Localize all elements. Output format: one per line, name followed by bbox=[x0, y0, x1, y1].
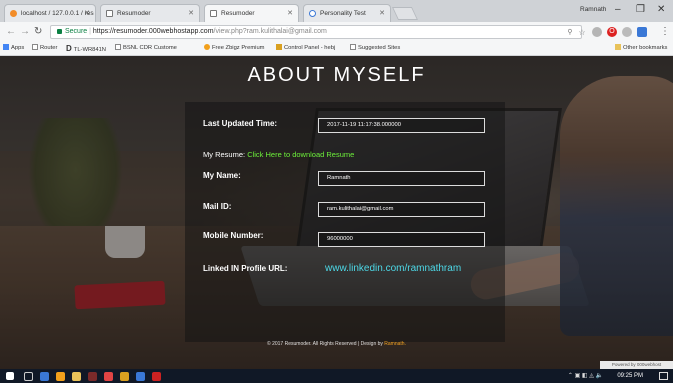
secure-label: Secure bbox=[65, 28, 88, 35]
last-updated-label: Last Updated Time: bbox=[203, 119, 278, 128]
bookmark-control-panel[interactable]: Control Panel - hebj bbox=[276, 44, 335, 53]
close-tab-icon[interactable]: ✕ bbox=[379, 5, 385, 22]
close-tab-icon[interactable]: ✕ bbox=[287, 5, 293, 22]
page-title: ABOUT MYSELF bbox=[247, 64, 426, 86]
linkedin-label: Linked IN Profile URL: bbox=[203, 264, 288, 273]
resume-prefix: My Resume: bbox=[203, 150, 246, 159]
extension-icon[interactable] bbox=[622, 27, 632, 37]
mobile-field[interactable]: 96000000 bbox=[318, 232, 485, 247]
page-icon bbox=[350, 44, 356, 50]
zbigz-icon bbox=[204, 44, 210, 50]
bookmark-label: BSNL CDR Custome bbox=[123, 45, 177, 51]
app-icon[interactable] bbox=[120, 372, 129, 381]
page-icon bbox=[115, 44, 121, 50]
tab-title: Resumoder bbox=[117, 10, 151, 17]
bookmark-suggested-sites[interactable]: Suggested Sites bbox=[350, 44, 400, 53]
bookmark-label: Control Panel - hebj bbox=[284, 45, 336, 51]
edge-icon[interactable] bbox=[40, 372, 49, 381]
mail-field[interactable]: ram.kulithalai@gmail.com bbox=[318, 202, 485, 217]
bookmark-label: TL-WR841N bbox=[73, 47, 106, 53]
tab-title: Resumoder bbox=[221, 10, 255, 17]
zoom-icon[interactable]: ⚲ bbox=[565, 28, 575, 38]
system-tray-icons[interactable]: ⌃ ▣ ◧ ◬ 🔈 bbox=[568, 372, 603, 379]
windows-start-icon[interactable] bbox=[6, 372, 14, 380]
name-field[interactable]: Ramnath bbox=[318, 171, 485, 186]
toolbar: ← → ↻ Secure | https://resumoder.000webh… bbox=[0, 22, 673, 42]
download-resume-link[interactable]: Click Here to download Resume bbox=[247, 150, 354, 159]
tab-localhost[interactable]: localhost / 127.0.0.1 / res ✕ bbox=[4, 4, 96, 22]
menu-icon[interactable]: ⋮ bbox=[660, 26, 670, 37]
opera-icon[interactable]: O bbox=[607, 27, 617, 37]
resume-line: My Resume: Click Here to download Resume bbox=[203, 150, 354, 159]
mail-label: Mail ID: bbox=[203, 202, 232, 211]
linkedin-link[interactable]: www.linkedin.com/ramnathram bbox=[325, 263, 461, 274]
extension-icon[interactable] bbox=[637, 27, 647, 37]
close-tab-icon[interactable]: ✕ bbox=[84, 5, 90, 22]
file-explorer-icon[interactable] bbox=[72, 372, 81, 381]
app-icon[interactable] bbox=[88, 372, 97, 381]
close-window-button[interactable]: ✕ bbox=[657, 4, 665, 15]
loading-icon bbox=[309, 10, 316, 17]
back-arrow-icon[interactable]: ← bbox=[6, 26, 16, 37]
star-icon[interactable]: ☆ bbox=[577, 28, 587, 38]
bookmark-label: Apps bbox=[11, 45, 25, 51]
lock-icon bbox=[57, 28, 62, 34]
bookmark-label: Router bbox=[40, 45, 58, 51]
app-icon[interactable] bbox=[136, 372, 145, 381]
task-view-icon[interactable] bbox=[24, 372, 33, 381]
bookmark-tl-wr841n[interactable]: D TL-WR841N bbox=[66, 44, 106, 55]
notifications-icon[interactable] bbox=[659, 372, 668, 380]
maximize-button[interactable]: ❐ bbox=[636, 4, 645, 15]
page-icon bbox=[106, 10, 113, 17]
bookmark-label: Suggested Sites bbox=[358, 45, 401, 51]
url-host: https://resumoder.000webhostapp.com bbox=[92, 28, 214, 35]
tab-title: Personality Test bbox=[320, 10, 366, 17]
page-icon bbox=[210, 10, 217, 17]
extension-icon[interactable] bbox=[592, 27, 602, 37]
bookmark-zbigz[interactable]: Free Zbigz Premium bbox=[204, 44, 265, 53]
apps-icon bbox=[3, 44, 9, 50]
tplink-icon: D bbox=[66, 44, 72, 53]
forward-arrow-icon[interactable]: → bbox=[20, 26, 30, 37]
page-content: ABOUT MYSELF Last Updated Time: 2017-11-… bbox=[0, 56, 673, 369]
minimize-button[interactable]: – bbox=[615, 4, 621, 15]
last-updated-field[interactable]: 2017-11-19 11:17:38.000000 bbox=[318, 118, 485, 133]
content-panel bbox=[185, 102, 505, 342]
profile-name[interactable]: Ramnath bbox=[580, 6, 606, 13]
name-label: My Name: bbox=[203, 171, 241, 180]
app-icon[interactable] bbox=[104, 372, 113, 381]
tab-resumoder-1[interactable]: Resumoder ✕ bbox=[100, 4, 200, 22]
chrome-icon[interactable] bbox=[56, 372, 65, 381]
control-panel-icon bbox=[276, 44, 282, 50]
hosting-badge[interactable]: Powered by 000webhost bbox=[600, 361, 673, 369]
tab-strip: localhost / 127.0.0.1 / res ✕ Resumoder … bbox=[0, 0, 673, 22]
close-tab-icon[interactable]: ✕ bbox=[188, 5, 194, 22]
bookmarks-bar: Apps Router D TL-WR841N BSNL CDR Custome … bbox=[0, 42, 673, 56]
bookmark-router[interactable]: Router bbox=[32, 44, 57, 53]
tab-title: localhost / 127.0.0.1 / res bbox=[21, 10, 94, 17]
taskbar: ⌃ ▣ ◧ ◬ 🔈 09:25 PM bbox=[0, 369, 673, 383]
reload-icon[interactable]: ↻ bbox=[34, 26, 42, 37]
tab-resumoder-active[interactable]: Resumoder ✕ bbox=[204, 4, 299, 22]
bookmark-bsnl[interactable]: BSNL CDR Custome bbox=[115, 44, 177, 53]
folder-icon bbox=[615, 44, 621, 50]
footer-author-link[interactable]: Ramnath. bbox=[384, 341, 406, 347]
xampp-icon bbox=[10, 10, 17, 17]
footer: © 2017 Resumoder. All Rights Reserved | … bbox=[0, 341, 673, 347]
app-icon[interactable] bbox=[152, 372, 161, 381]
bookmark-label: Other bookmarks bbox=[623, 45, 668, 51]
page-icon bbox=[32, 44, 38, 50]
bookmark-label: Free Zbigz Premium bbox=[212, 45, 265, 51]
new-tab-button[interactable] bbox=[391, 7, 419, 20]
address-bar[interactable]: Secure | https://resumoder.000webhostapp… bbox=[50, 25, 582, 39]
url-path: /view.php?ram.kulithalai@gmail.com bbox=[213, 28, 327, 35]
clock[interactable]: 09:25 PM bbox=[617, 373, 643, 379]
tab-personality-test[interactable]: Personality Test ✕ bbox=[303, 4, 391, 22]
bookmark-other[interactable]: Other bookmarks bbox=[615, 44, 667, 53]
footer-text: © 2017 Resumoder. All Rights Reserved | … bbox=[267, 341, 383, 347]
bookmark-apps[interactable]: Apps bbox=[3, 44, 24, 53]
mobile-label: Mobile Number: bbox=[203, 231, 264, 240]
